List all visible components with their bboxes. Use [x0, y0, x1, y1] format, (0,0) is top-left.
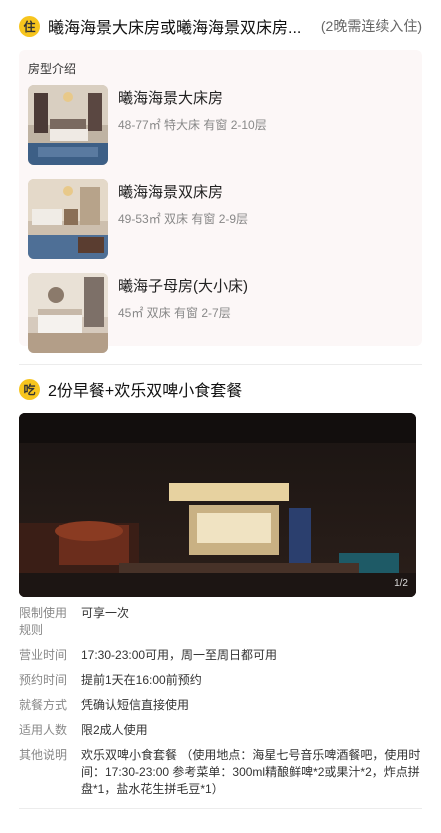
detail-label: 适用人数	[19, 723, 68, 737]
detail-value: 凭确认短信直接使用	[81, 698, 190, 712]
stay-badge: 住	[19, 15, 40, 37]
detail-label: 就餐方式	[19, 698, 68, 712]
room-photo[interactable]	[28, 179, 108, 259]
detail-value: 提前1天在16:00前预约	[81, 673, 202, 687]
section-divider	[19, 808, 422, 809]
detail-label: 限制使用规则	[19, 606, 68, 637]
photo-counter: 1/2	[394, 578, 408, 589]
detail-row: 就餐方式 凭确认短信直接使用	[19, 697, 422, 714]
restaurant-photo-carousel[interactable]: 1/2	[19, 413, 416, 597]
detail-value: 17:30-23:00可用，周一至周日都可用	[81, 648, 278, 662]
room-item[interactable]: 曦海海景大床房 48-77㎡ 特大床 有窗 2-10层	[28, 85, 413, 165]
room-name: 曦海子母房(大小床)	[118, 278, 248, 295]
room-type-intro-box: 房型介绍 曦海海景大床房 48-77㎡ 特大床 有窗 2-10层 曦海海景双床房…	[19, 50, 422, 353]
room-item[interactable]: 曦海海景双床房 49-53㎡ 双床 有窗 2-9层	[28, 179, 413, 259]
hotel-section: 住 曦海海景大床房或曦海海景双床房... (2晚需连续入住) 房型介绍 曦海海景…	[0, 0, 441, 353]
room-photo[interactable]	[28, 273, 108, 353]
food-section: 吃 2份早餐+欢乐双啤小食套餐 1/2 限制使用规则 可享一次 营业时间 17:…	[0, 365, 441, 809]
detail-value: 可享一次	[81, 606, 130, 620]
detail-row: 其他说明 欢乐双啤小食套餐 （使用地点：海星七号音乐啤酒餐吧，使用时间：17:3…	[19, 747, 422, 798]
package-details: 限制使用规则 可享一次 营业时间 17:30-23:00可用，周一至周日都可用 …	[0, 605, 441, 798]
room-specs: 49-53㎡ 双床 有窗 2-9层	[118, 212, 249, 226]
restaurant-photo	[19, 413, 416, 597]
detail-value: 欢乐双啤小食套餐 （使用地点：海星七号音乐啤酒餐吧，使用时间：17:30-23:…	[81, 748, 421, 796]
detail-row: 限制使用规则 可享一次	[19, 605, 422, 639]
room-photo[interactable]	[28, 85, 108, 165]
detail-label: 其他说明	[19, 748, 68, 762]
room-name: 曦海海景双床房	[118, 184, 224, 201]
room-item[interactable]: 曦海子母房(大小床) 45㎡ 双床 有窗 2-7层	[28, 273, 413, 353]
room-specs: 45㎡ 双床 有窗 2-7层	[118, 306, 231, 320]
detail-label: 营业时间	[19, 648, 68, 662]
room-type-intro-title: 房型介绍	[28, 62, 77, 76]
room-specs: 48-77㎡ 特大床 有窗 2-10层	[118, 118, 267, 132]
consecutive-night-note: (2晚需连续入住)	[320, 18, 422, 34]
hotel-section-header[interactable]: 住 曦海海景大床房或曦海海景双床房... (2晚需连续入住)	[0, 14, 441, 38]
detail-row: 营业时间 17:30-23:00可用，周一至周日都可用	[19, 647, 422, 664]
detail-row: 预约时间 提前1天在16:00前预约	[19, 672, 422, 689]
room-package-title: 曦海海景大床房或曦海海景双床房...	[48, 20, 302, 37]
detail-value: 限2成人使用	[81, 723, 148, 737]
detail-row: 适用人数 限2成人使用	[19, 722, 422, 739]
food-section-header: 吃 2份早餐+欢乐双啤小食套餐	[0, 377, 441, 401]
meal-package-title: 2份早餐+欢乐双啤小食套餐	[48, 383, 243, 400]
dining-badge: 吃	[19, 378, 40, 400]
detail-label: 预约时间	[19, 673, 68, 687]
room-name: 曦海海景大床房	[118, 90, 224, 107]
